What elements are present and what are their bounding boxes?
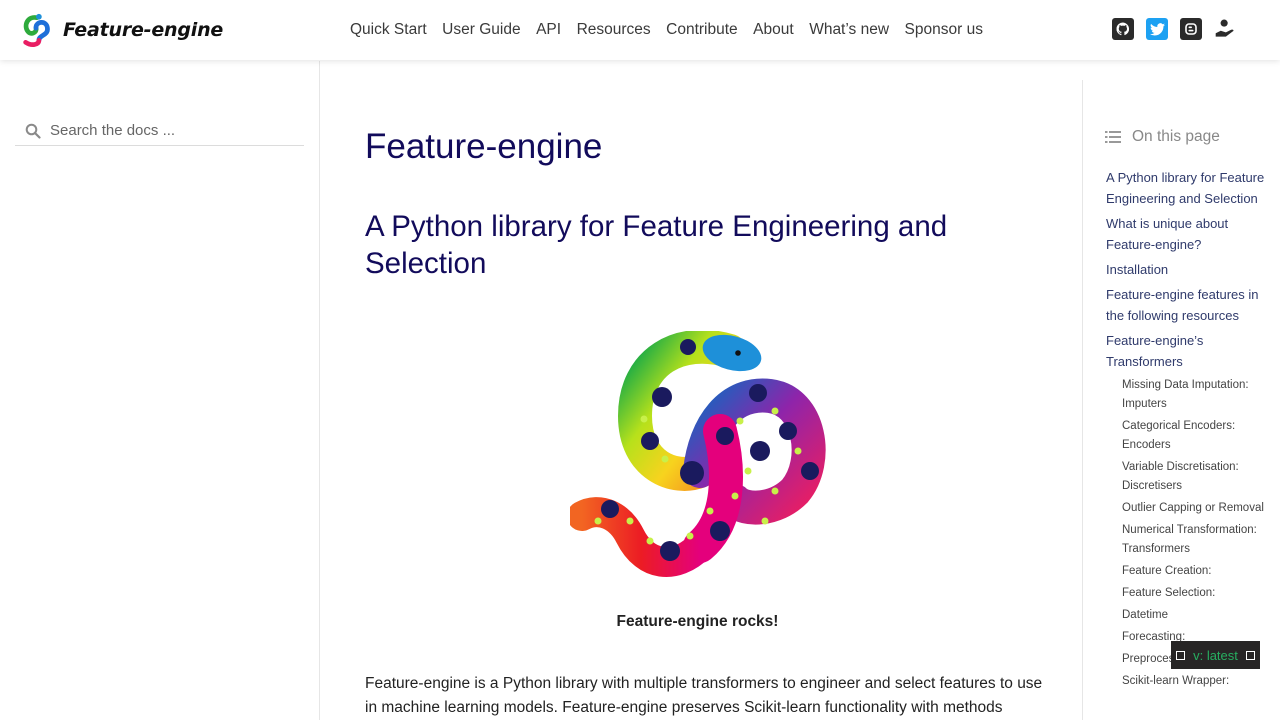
search-icon [25, 123, 41, 139]
nav-link-quick-start[interactable]: Quick Start [350, 21, 427, 39]
section-title: A Python library for Feature Engineering… [365, 210, 948, 280]
toc-subitem-numerical-transformation[interactable]: Numerical Transformation: Transformers [1106, 521, 1276, 559]
feature-engine-logo-icon [23, 13, 50, 47]
intro-paragraph: Feature-engine is a Python library with … [365, 675, 1043, 716]
toc-item-transformers[interactable]: Feature-engine’s Transformers [1106, 330, 1276, 372]
nav-link-user-guide[interactable]: User Guide [442, 21, 520, 39]
toc-subitem-feature-creation[interactable]: Feature Creation: [1106, 562, 1276, 581]
blogger-icon[interactable] [1180, 18, 1202, 40]
toc-item-installation[interactable]: Installation [1106, 259, 1276, 280]
square-icon [1176, 650, 1186, 660]
twitter-icon[interactable] [1146, 18, 1168, 40]
list-icon [1105, 131, 1121, 143]
toc-item-what-is-unique[interactable]: What is unique about Feature-engine? [1106, 213, 1276, 255]
social-icons [1112, 18, 1248, 40]
toc-subitem-feature-selection[interactable]: Feature Selection: [1106, 584, 1276, 603]
toc-list: A Python library for Feature Engineering… [1106, 167, 1276, 694]
nav-link-sponsor-us[interactable]: Sponsor us [905, 21, 983, 39]
top-navbar: Feature-engine Quick Start User Guide AP… [0, 0, 1280, 60]
nav-link-about[interactable]: About [753, 21, 794, 39]
brand-link[interactable]: Feature-engine [18, 12, 223, 48]
github-icon[interactable] [1112, 18, 1134, 40]
nav-link-resources[interactable]: Resources [577, 21, 651, 39]
main-content: Feature-engine A Python library for Feat… [365, 61, 1055, 720]
toc-subitem-datetime[interactable]: Datetime [1106, 606, 1276, 625]
sponsor-icon[interactable] [1214, 18, 1236, 40]
square-icon [1245, 650, 1255, 660]
feature-engine-snake-logo-image [570, 331, 826, 577]
right-sidebar: On this page A Python library for Featur… [1082, 80, 1280, 720]
brand-name: Feature-engine [63, 19, 224, 41]
toc-subitem-encoders[interactable]: Categorical Encoders: Encoders [1106, 417, 1276, 455]
search-input[interactable] [50, 122, 290, 139]
toc-header: On this page [1105, 128, 1220, 146]
toc-subitem-sklearn-wrapper[interactable]: Scikit-learn Wrapper: [1106, 672, 1276, 691]
figure-caption: Feature-engine rocks! [616, 613, 779, 630]
left-sidebar [0, 61, 320, 720]
toc-subitem-outliers[interactable]: Outlier Capping or Removal [1106, 499, 1276, 518]
toc-subitem-imputers[interactable]: Missing Data Imputation: Imputers [1106, 376, 1276, 414]
nav-link-api[interactable]: API [536, 21, 561, 39]
toc-item-resources[interactable]: Feature-engine features in the following… [1106, 284, 1276, 326]
nav-link-contribute[interactable]: Contribute [666, 21, 738, 39]
nav-link-whats-new[interactable]: What’s new [809, 21, 889, 39]
toc-subitem-discretisers[interactable]: Variable Discretisation: Discretisers [1106, 458, 1276, 496]
page-title: Feature-engine [365, 127, 603, 166]
version-label: v: latest [1193, 647, 1238, 663]
version-badge[interactable]: v: latest [1171, 641, 1260, 669]
nav-links: Quick Start User Guide API Resources Con… [350, 21, 998, 39]
toc-header-label: On this page [1132, 128, 1220, 145]
toc-item-python-library[interactable]: A Python library for Feature Engineering… [1106, 167, 1276, 209]
search-box[interactable] [15, 116, 304, 146]
